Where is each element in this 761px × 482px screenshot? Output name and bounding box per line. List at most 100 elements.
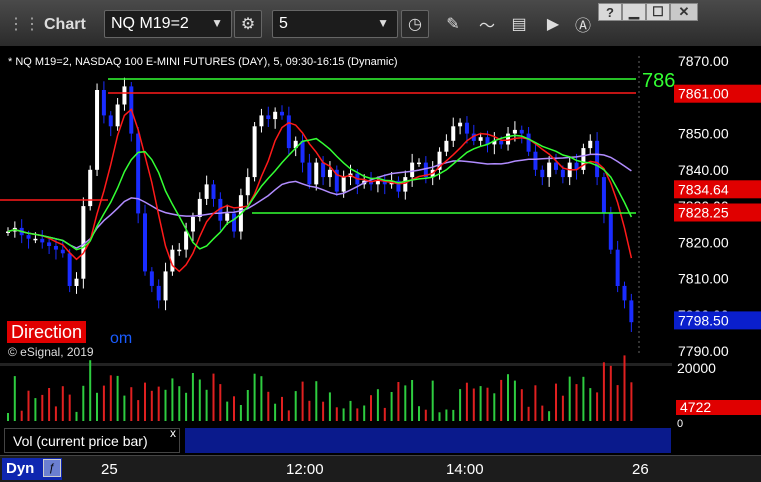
pencil-icon[interactable]: ✎ bbox=[440, 10, 466, 38]
interval-input[interactable]: 5 ▼ bbox=[272, 10, 398, 38]
price-tick: 7810.00 bbox=[678, 271, 729, 287]
candle-body bbox=[101, 90, 106, 116]
volume-bar bbox=[602, 362, 605, 421]
volume-bar bbox=[575, 384, 578, 421]
volume-bar bbox=[541, 405, 544, 421]
candle-body bbox=[547, 162, 552, 178]
candle-body bbox=[211, 184, 216, 199]
direction-suffix[interactable]: om bbox=[110, 330, 132, 348]
volume-bar bbox=[418, 406, 420, 421]
volume-study-tab[interactable]: Vol (current price bar) bbox=[4, 428, 180, 453]
volume-bar bbox=[609, 365, 612, 421]
volume-bar bbox=[459, 389, 462, 421]
price-tick: 7850.00 bbox=[678, 126, 729, 142]
candle-body bbox=[622, 285, 627, 301]
candle-body bbox=[286, 115, 291, 149]
candle-body bbox=[232, 213, 237, 232]
get-icon[interactable]: ▤ bbox=[506, 10, 532, 38]
close-study-icon[interactable]: x bbox=[170, 426, 176, 440]
volume-bar bbox=[130, 387, 133, 421]
chevron-down-icon[interactable]: ▼ bbox=[377, 16, 389, 30]
minimize-button[interactable]: ▁ bbox=[622, 3, 646, 21]
candle-body bbox=[197, 198, 202, 217]
candle-body bbox=[560, 169, 565, 178]
volume-bar bbox=[233, 396, 235, 421]
price-chart[interactable]: 7870.007860.007850.007840.007830.007820.… bbox=[0, 46, 761, 455]
alert-icon[interactable]: Ⓐ bbox=[570, 10, 596, 38]
volume-bar bbox=[582, 376, 585, 421]
direction-badge[interactable]: Direction bbox=[7, 321, 87, 343]
volume-bar bbox=[205, 389, 208, 421]
settings-gear-button[interactable]: ⚙ bbox=[234, 10, 262, 38]
volume-bar bbox=[623, 355, 626, 421]
candle-body bbox=[608, 213, 613, 250]
volume-bar bbox=[144, 382, 146, 421]
volume-bar bbox=[445, 409, 448, 421]
volume-bar bbox=[493, 393, 496, 421]
volume-study-panel bbox=[185, 428, 671, 453]
volume-bar bbox=[164, 389, 167, 421]
candle-body bbox=[464, 122, 469, 134]
price-badge-label: 7798.50 bbox=[678, 312, 729, 328]
flag-icon[interactable]: ƒ bbox=[43, 459, 61, 477]
volume-bar bbox=[315, 381, 318, 421]
chevron-down-icon[interactable]: ▼ bbox=[211, 16, 223, 30]
candle-body bbox=[403, 177, 408, 192]
volume-bar bbox=[596, 392, 599, 421]
candle-body bbox=[321, 162, 326, 178]
time-axis: Dyn ƒ 25 12:00 14:00 26 bbox=[0, 455, 761, 482]
volume-bar bbox=[246, 390, 249, 421]
candle-body bbox=[499, 140, 504, 145]
candle-body bbox=[444, 140, 449, 152]
volume-bar bbox=[294, 391, 297, 421]
volume-bar bbox=[54, 406, 57, 421]
candle-body bbox=[273, 111, 278, 120]
volume-bar bbox=[431, 380, 434, 421]
volume-bar bbox=[397, 382, 400, 421]
volume-bar bbox=[267, 391, 270, 421]
volume-bar bbox=[527, 406, 530, 421]
volume-bar bbox=[513, 380, 516, 421]
grip-icon[interactable]: ⋮⋮ bbox=[8, 16, 40, 33]
volume-tick-zero: 0 bbox=[677, 418, 683, 430]
volume-bar bbox=[178, 386, 181, 421]
volume-bar bbox=[226, 401, 229, 421]
volume-bar bbox=[383, 407, 386, 421]
candle-body bbox=[327, 169, 332, 178]
volume-bar bbox=[370, 395, 372, 421]
green-level-label: 786 bbox=[642, 70, 675, 92]
clock-icon: ◷ bbox=[408, 16, 422, 33]
volume-bar bbox=[630, 382, 633, 421]
volume-badge-label: 4722 bbox=[680, 399, 711, 415]
help-button[interactable]: ? bbox=[598, 3, 622, 21]
candle-body bbox=[136, 133, 141, 214]
volume-bar bbox=[260, 376, 263, 421]
time-label: 14:00 bbox=[446, 461, 484, 478]
price-badge-label: 7834.64 bbox=[678, 181, 729, 197]
volume-bar bbox=[96, 392, 98, 421]
candle-body bbox=[417, 162, 421, 165]
symbol-input[interactable]: NQ M19=2 ▼ bbox=[104, 10, 232, 38]
volume-bar bbox=[479, 386, 482, 421]
candle-body bbox=[540, 169, 545, 178]
volume-bar bbox=[534, 385, 537, 421]
candle-body bbox=[615, 249, 620, 286]
price-axis bbox=[672, 46, 761, 455]
candle-body bbox=[204, 184, 209, 199]
play-icon[interactable]: ▶ bbox=[540, 10, 566, 38]
volume-bar bbox=[328, 392, 331, 421]
close-button[interactable]: ✕ bbox=[670, 3, 698, 21]
volume-bar bbox=[486, 387, 489, 421]
candle-body bbox=[67, 253, 72, 286]
volume-bar bbox=[109, 375, 112, 421]
price-badge-label: 7828.25 bbox=[678, 205, 729, 221]
volume-bar bbox=[48, 388, 51, 421]
restore-button[interactable]: ☐ bbox=[646, 3, 670, 21]
time-button[interactable]: ◷ bbox=[401, 10, 429, 38]
volume-bar bbox=[376, 389, 379, 421]
volume-bar bbox=[342, 408, 345, 421]
candle-body bbox=[149, 271, 154, 286]
candle-body bbox=[108, 115, 113, 127]
study-icon[interactable]: 〜 bbox=[474, 10, 500, 38]
candle-body bbox=[280, 111, 284, 116]
